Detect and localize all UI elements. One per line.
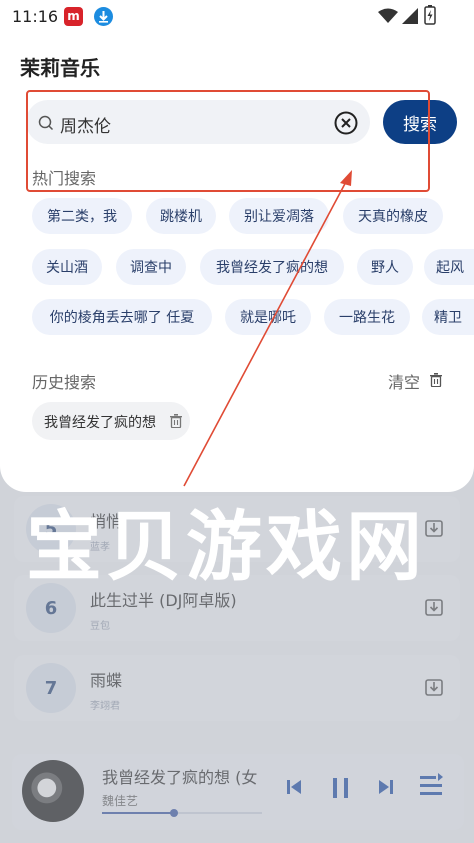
hot-search-chip[interactable]: 关山酒 <box>32 249 102 285</box>
clear-input-icon[interactable] <box>334 111 358 135</box>
status-bar: 11:16 m <box>0 0 474 32</box>
hot-search-chip[interactable]: 别让爱凋落 <box>229 198 329 234</box>
hot-search-chip[interactable]: 调查中 <box>116 249 186 285</box>
history-label: 历史搜索 <box>32 373 97 392</box>
hot-search-chip[interactable]: 天真的橡皮 <box>343 198 443 234</box>
hot-search-chip[interactable]: 我曾经发了疯的想 <box>200 249 344 285</box>
search-icon <box>38 115 54 131</box>
download-notification-icon <box>94 7 113 26</box>
delete-history-icon[interactable] <box>170 414 182 428</box>
page-title: 茉莉音乐 <box>20 56 100 80</box>
hot-search-label: 热门搜索 <box>32 169 97 188</box>
hot-search-chip[interactable]: 第二类，我 <box>32 198 132 234</box>
signal-icon <box>402 8 418 24</box>
status-time: 11:16 <box>12 7 59 26</box>
history-item[interactable]: 我曾经发了疯的想 <box>32 402 190 440</box>
history-item-label: 我曾经发了疯的想 <box>44 415 156 431</box>
clear-history-button[interactable]: 清空 <box>388 369 442 393</box>
search-input[interactable]: 周杰伦 <box>26 100 370 144</box>
clear-history-label: 清空 <box>388 373 421 392</box>
watermark: 宝贝游戏网 <box>26 502 426 591</box>
hot-search-chip[interactable]: 跳楼机 <box>146 198 216 234</box>
search-button[interactable]: 搜索 <box>383 100 457 144</box>
search-sheet: 11:16 m 茉莉音乐 周杰伦 搜索 热门搜索 第二类，我 跳楼机 别让爱凋落… <box>0 0 474 492</box>
hot-search-chip[interactable]: 野人 <box>357 249 413 285</box>
wifi-icon <box>378 8 398 23</box>
hot-search-chip[interactable]: 你的棱角丢去哪了 任夏 <box>32 299 212 335</box>
battery-icon <box>424 5 436 25</box>
hot-search-chip[interactable]: 就是哪吒 <box>225 299 311 335</box>
hot-search-chip[interactable]: 起风 <box>424 249 474 285</box>
app-notification-icon: m <box>64 7 83 26</box>
hot-search-chip[interactable]: 精卫 <box>422 299 474 335</box>
trash-icon <box>430 373 442 387</box>
search-value[interactable]: 周杰伦 <box>60 112 111 137</box>
hot-search-chip[interactable]: 一路生花 <box>324 299 410 335</box>
